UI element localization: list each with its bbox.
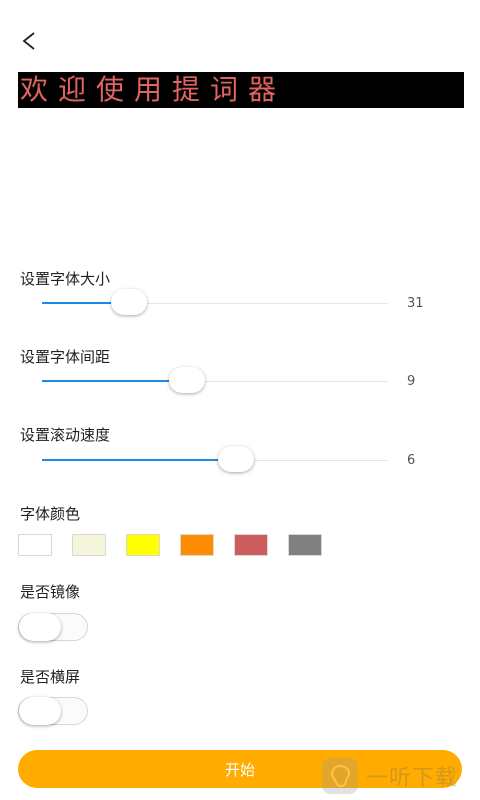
color-swatch-yellow[interactable]: [126, 534, 160, 556]
back-button[interactable]: [14, 26, 44, 56]
font-spacing-slider[interactable]: [42, 367, 388, 397]
watermark: 一听下载: [322, 758, 458, 794]
color-swatch-red[interactable]: [234, 534, 268, 556]
toggle-knob: [19, 697, 61, 725]
chevron-left-icon: [22, 32, 35, 50]
slider-thumb[interactable]: [169, 367, 206, 393]
font-spacing-value: 9: [407, 374, 416, 389]
mirror-label: 是否镜像: [20, 583, 81, 601]
font-size-slider[interactable]: [42, 289, 388, 319]
landscape-toggle[interactable]: [18, 697, 88, 725]
slider-fill: [42, 459, 236, 461]
teleprompter-preview: 欢迎使用提词器: [18, 72, 464, 108]
color-swatch-white[interactable]: [18, 534, 52, 556]
landscape-label: 是否横屏: [20, 668, 81, 686]
color-swatch-beige[interactable]: [72, 534, 106, 556]
ear-logo-icon: [322, 758, 358, 794]
font-spacing-label: 设置字体间距: [20, 348, 111, 366]
slider-thumb[interactable]: [110, 289, 147, 315]
slider-thumb[interactable]: [217, 446, 254, 472]
font-size-label: 设置字体大小: [20, 270, 111, 288]
color-swatch-gray[interactable]: [288, 534, 322, 556]
color-swatch-orange[interactable]: [180, 534, 214, 556]
watermark-text: 一听下载: [366, 766, 459, 791]
scroll-speed-label: 设置滚动速度: [20, 426, 111, 444]
color-swatch-row: [18, 534, 322, 556]
font-size-value: 31: [407, 296, 424, 311]
slider-fill: [42, 380, 188, 382]
font-color-label: 字体颜色: [20, 505, 81, 523]
mirror-toggle[interactable]: [18, 613, 88, 641]
scroll-speed-value: 6: [407, 453, 416, 468]
scroll-speed-slider[interactable]: [42, 446, 388, 476]
toggle-knob: [19, 613, 61, 641]
